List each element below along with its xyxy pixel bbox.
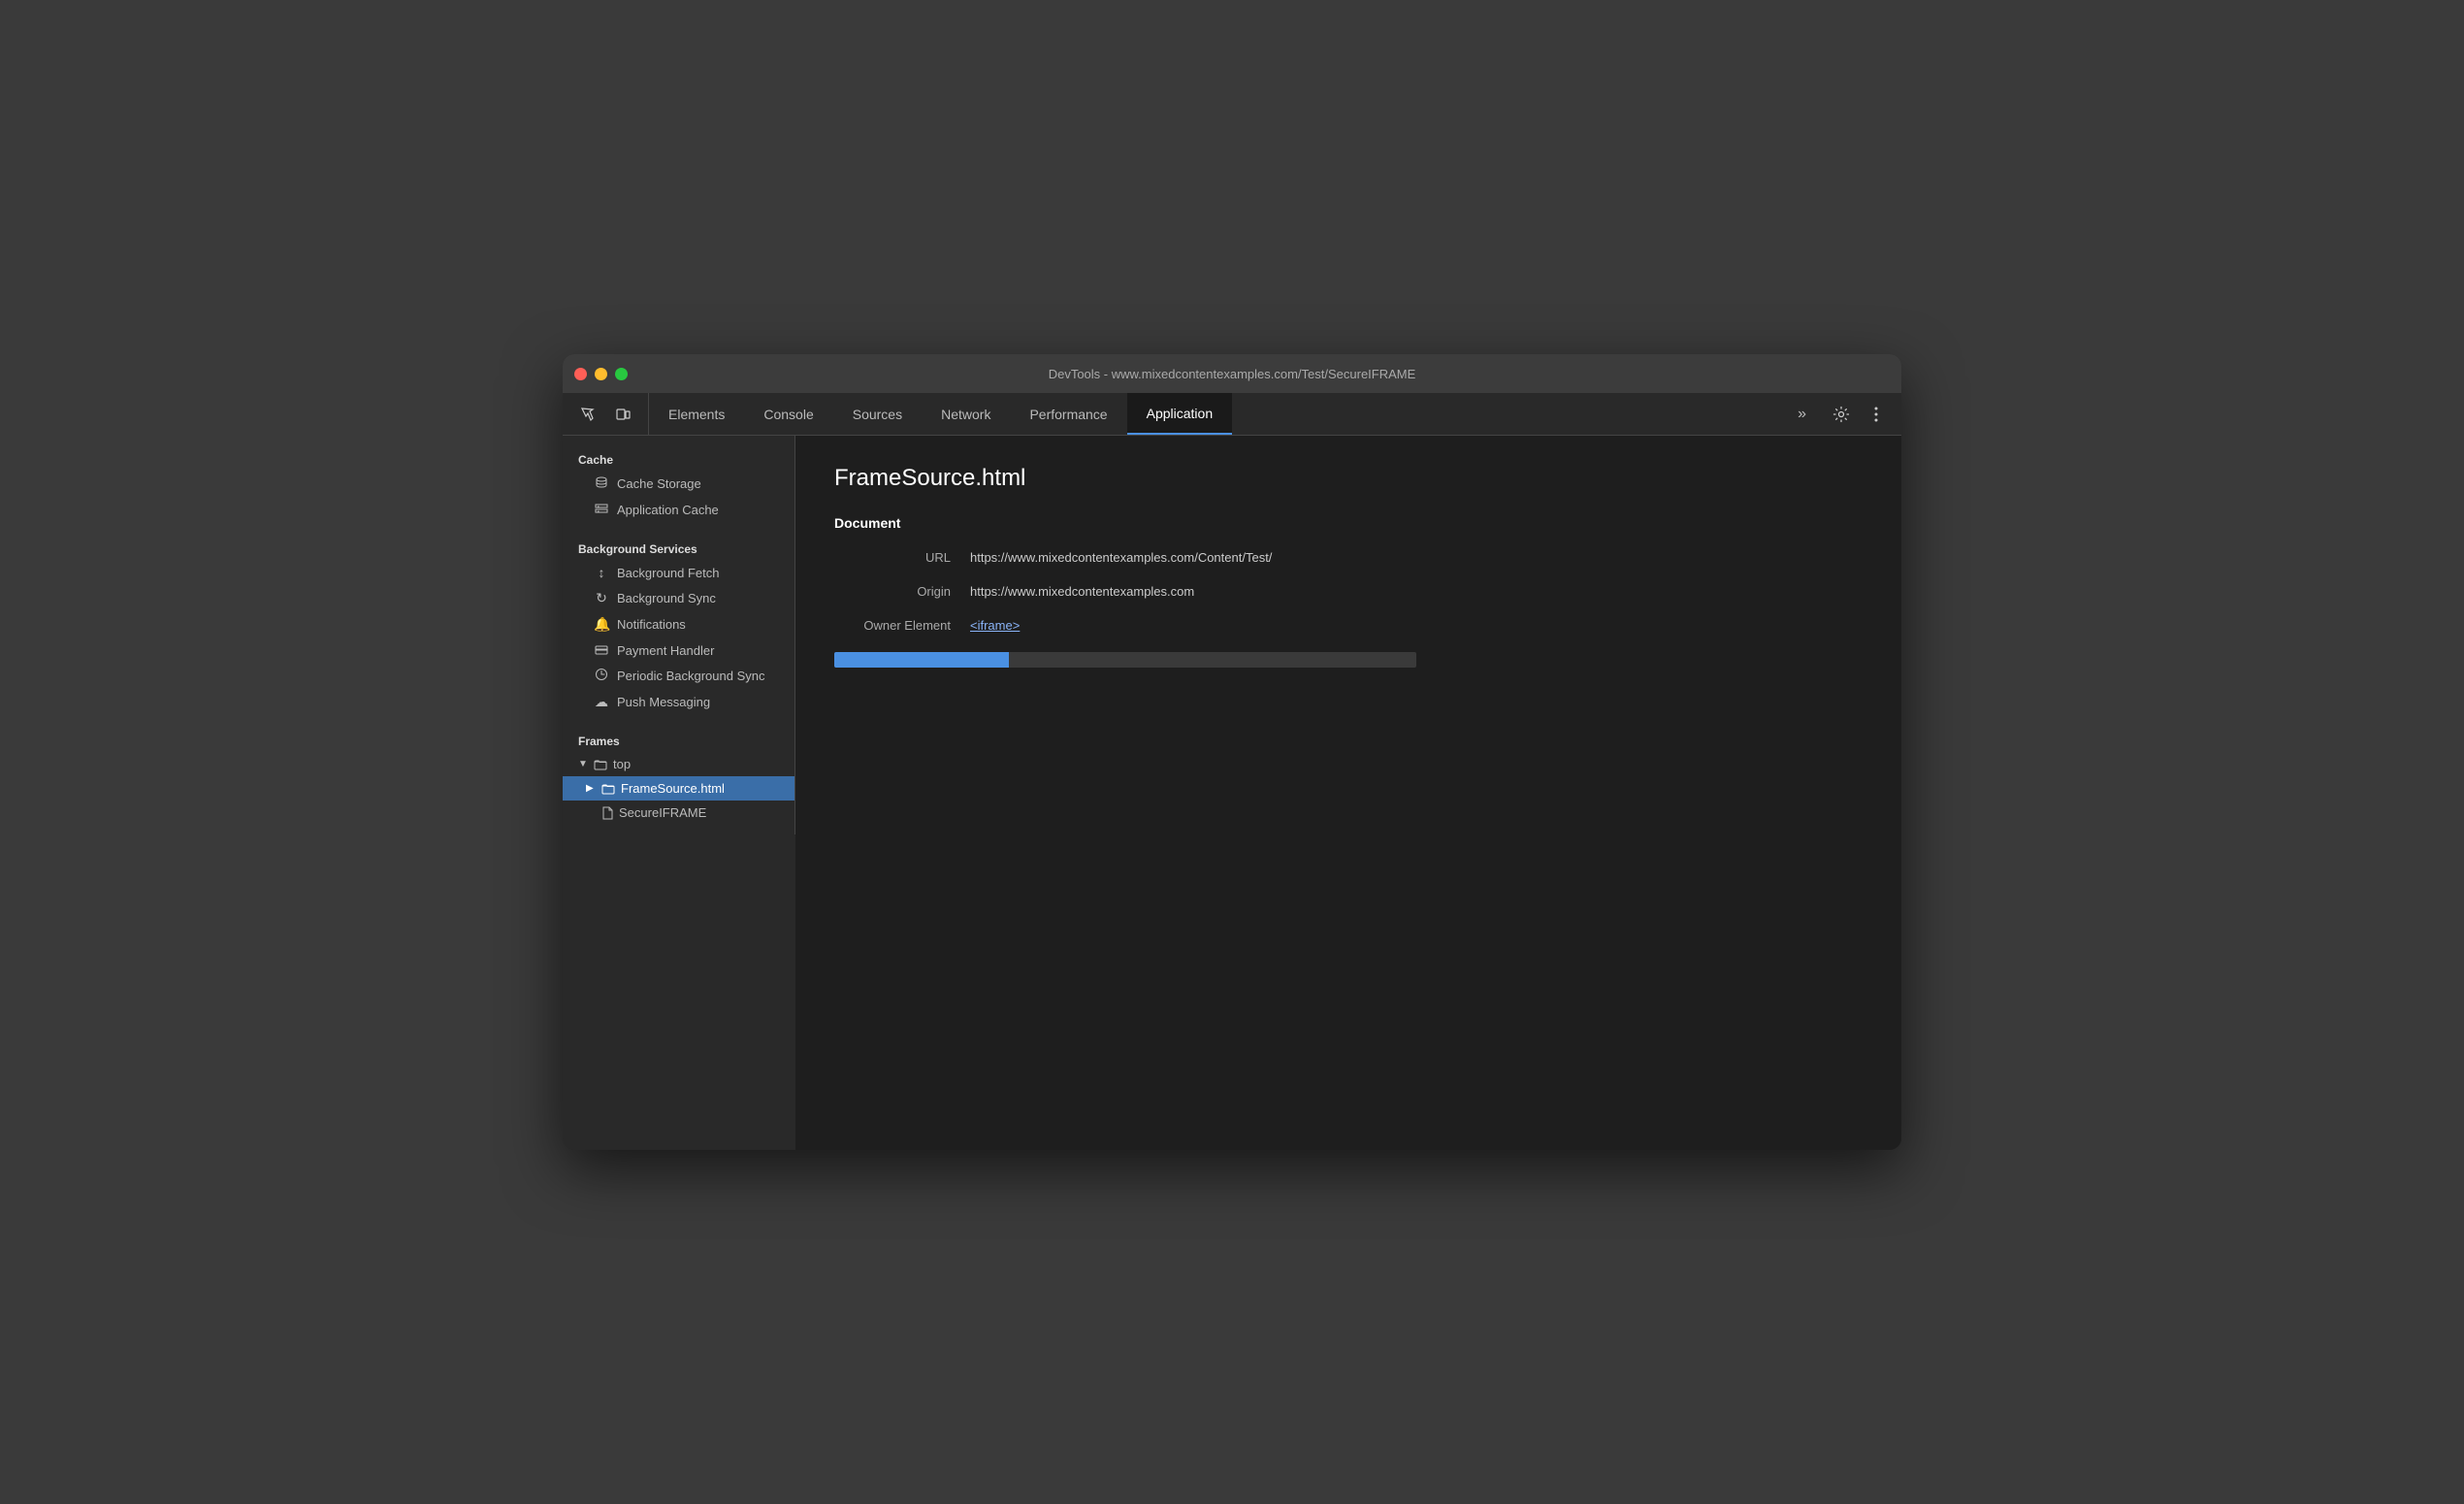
frame-item-framesource[interactable]: ▶ FrameSource.html [563,776,794,801]
frame-folder-icon [594,758,607,771]
frame-framesource-label: FrameSource.html [621,781,725,796]
sidebar-item-background-fetch[interactable]: ↕ Background Fetch [563,560,794,585]
sidebar-item-background-fetch-label: Background Fetch [617,566,720,580]
tab-bar: Elements Console Sources Network Perform… [563,393,1901,436]
sidebar-item-background-sync[interactable]: ↻ Background Sync [563,585,794,611]
frame-subfolder-icon [601,782,615,796]
sidebar-item-notifications-label: Notifications [617,617,686,632]
progress-bar [834,652,1416,668]
toolbar-icons [563,393,649,435]
sidebar-item-push-messaging[interactable]: ☁ Push Messaging [563,689,794,715]
notifications-icon: 🔔 [594,616,609,633]
tab-console[interactable]: Console [744,393,832,435]
minimize-button[interactable] [595,368,607,380]
frame-item-top[interactable]: ▼ top [563,752,794,776]
sidebar-item-cache-storage[interactable]: Cache Storage [563,471,794,497]
sidebar-item-payment-handler[interactable]: Payment Handler [563,638,794,663]
settings-icon[interactable] [1828,401,1855,428]
frame-item-secureiframe[interactable]: SecureIFRAME [563,801,794,825]
sidebar-item-application-cache-label: Application Cache [617,503,719,517]
sidebar-item-background-sync-label: Background Sync [617,591,716,605]
sidebar-item-push-messaging-label: Push Messaging [617,695,710,709]
tabs: Elements Console Sources Network Perform… [649,393,1788,435]
application-cache-icon [594,502,609,518]
chevron-down-icon: ▼ [578,759,588,769]
owner-element-label: Owner Element [834,618,970,633]
chevron-right-icon: ▶ [586,783,596,794]
devtools-window: DevTools - www.mixedcontentexamples.com/… [563,354,1901,1150]
content-panel: FrameSource.html Document URL https://ww… [795,436,1901,1150]
frame-file-icon [601,806,613,820]
frame-secureiframe-label: SecureIFRAME [619,805,706,820]
background-sync-icon: ↻ [594,590,609,606]
origin-value: https://www.mixedcontentexamples.com [970,584,1194,599]
sidebar-item-application-cache[interactable]: Application Cache [563,497,794,523]
more-tabs-button[interactable]: » [1788,393,1816,435]
main-area: Cache Cache Storage [563,436,1901,1150]
cache-storage-icon [594,475,609,492]
title-bar: DevTools - www.mixedcontentexamples.com/… [563,354,1901,393]
tab-sources[interactable]: Sources [833,393,922,435]
sidebar: Cache Cache Storage [563,436,795,834]
tab-elements[interactable]: Elements [649,393,744,435]
inspect-icon[interactable] [574,401,601,428]
url-row: URL https://www.mixedcontentexamples.com… [834,550,1863,565]
origin-row: Origin https://www.mixedcontentexamples.… [834,584,1863,599]
toolbar-right [1816,393,1901,435]
progress-bar-fill [834,652,1009,668]
document-section-header: Document [834,515,1863,531]
sidebar-section-bg-services: Background Services [563,535,794,560]
background-fetch-icon: ↕ [594,565,609,580]
device-toolbar-icon[interactable] [609,401,636,428]
window-title: DevTools - www.mixedcontentexamples.com/… [1049,367,1416,381]
sidebar-item-notifications[interactable]: 🔔 Notifications [563,611,794,638]
sidebar-item-periodic-bg-sync-label: Periodic Background Sync [617,669,764,683]
close-button[interactable] [574,368,587,380]
sidebar-section-frames: Frames [563,727,794,752]
owner-element-row: Owner Element <iframe> [834,618,1863,633]
more-options-icon[interactable] [1863,401,1890,428]
maximize-button[interactable] [615,368,628,380]
sidebar-section-cache: Cache [563,445,794,471]
sidebar-item-payment-handler-label: Payment Handler [617,643,714,658]
owner-element-value[interactable]: <iframe> [970,618,1020,633]
sidebar-wrapper: Cache Cache Storage [563,436,795,1150]
push-messaging-icon: ☁ [594,694,609,710]
content-page-title: FrameSource.html [834,465,1863,492]
sidebar-item-periodic-bg-sync[interactable]: Periodic Background Sync [563,663,794,689]
origin-label: Origin [834,584,970,599]
sidebar-item-cache-storage-label: Cache Storage [617,476,701,491]
frame-top-label: top [613,757,631,771]
tab-application[interactable]: Application [1127,393,1233,435]
traffic-lights [574,368,628,380]
periodic-bg-sync-icon [594,668,609,684]
payment-handler-icon [594,642,609,658]
url-value: https://www.mixedcontentexamples.com/Con… [970,550,1272,565]
tab-performance[interactable]: Performance [1010,393,1126,435]
tab-network[interactable]: Network [922,393,1010,435]
url-label: URL [834,550,970,565]
